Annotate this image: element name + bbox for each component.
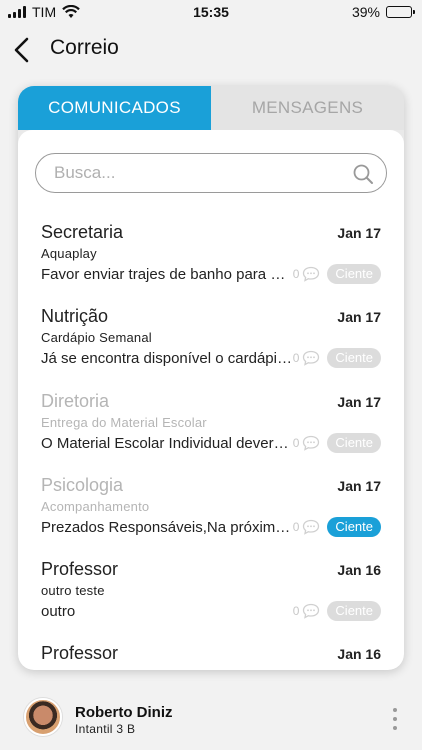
ciente-button[interactable]: Ciente xyxy=(327,348,381,369)
comment-bubble-icon[interactable] xyxy=(302,350,320,367)
comment-count: 0 xyxy=(292,519,300,534)
message-preview: outro xyxy=(41,603,76,621)
message-date: Jan 17 xyxy=(337,309,381,326)
message-subject: outro teste xyxy=(41,583,105,599)
message-sender: Psicologia xyxy=(41,474,124,495)
ciente-button[interactable]: Ciente xyxy=(327,516,381,537)
comment-count: 0 xyxy=(292,435,300,450)
user-footer: Roberto Diniz Intantil 3 B xyxy=(0,690,422,750)
message-meta: 0 Ciente xyxy=(292,601,381,622)
top-bar: Correio xyxy=(0,28,422,72)
user-class: Intantil 3 B xyxy=(75,722,136,736)
message-sender: Diretoria xyxy=(41,390,110,411)
message-item[interactable]: Nutrição Jan 17 Cardápio Semanal Já se e… xyxy=(18,306,404,390)
comment-bubble-icon[interactable] xyxy=(302,603,320,619)
message-item[interactable]: Secretaria Jan 17 Aquaplay Favor enviar … xyxy=(18,222,404,306)
message-panel: Secretaria Jan 17 Aquaplay Favor enviar … xyxy=(18,130,404,670)
message-meta: 0 Ciente xyxy=(293,264,381,284)
search-icon[interactable] xyxy=(352,163,374,185)
message-item[interactable]: Psicologia Jan 17 Acompanhamento Prezado… xyxy=(18,475,404,559)
message-date: Jan 16 xyxy=(337,646,381,663)
tab-comunicados[interactable]: COMUNICADOS xyxy=(18,86,211,130)
back-arrow-icon[interactable] xyxy=(10,36,34,64)
battery-percent: 39% xyxy=(351,4,380,20)
user-name: Roberto Diniz xyxy=(75,704,173,721)
ciente-button[interactable]: Ciente xyxy=(327,601,381,622)
message-preview: Prezados Responsáveis,Na próxima semana xyxy=(41,518,293,536)
message-sender: Professor xyxy=(41,643,119,664)
page-title: Correio xyxy=(50,36,119,59)
message-date: Jan 17 xyxy=(337,477,381,494)
message-sender: Nutrição xyxy=(41,306,109,327)
search-input[interactable] xyxy=(36,163,336,183)
message-subject: Aquaplay xyxy=(41,246,97,261)
mail-card: COMUNICADOS MENSAGENS Secretaria Jan 17 … xyxy=(18,86,404,670)
message-meta: 0 Ciente xyxy=(292,516,381,537)
message-subject: Acompanhamento xyxy=(41,498,150,514)
message-list: Secretaria Jan 17 Aquaplay Favor enviar … xyxy=(18,222,404,670)
status-bar: TIM 15:35 39% xyxy=(0,0,422,24)
avatar[interactable] xyxy=(24,698,62,736)
message-meta: 0 Ciente xyxy=(292,348,381,369)
message-preview: O Material Escolar Individual deverá ser… xyxy=(41,434,293,452)
message-meta: 0 Ciente xyxy=(292,432,381,453)
message-sender: Professor xyxy=(41,559,119,580)
search-box xyxy=(35,153,387,193)
status-right: 39% xyxy=(351,4,415,20)
message-date: Jan 17 xyxy=(337,393,381,410)
ciente-button[interactable]: Ciente xyxy=(327,264,381,284)
more-options-icon[interactable] xyxy=(392,708,398,730)
comment-count: 0 xyxy=(292,351,300,366)
message-item[interactable]: Professor Jan 16 outro teste outro 0 Cie… xyxy=(18,559,404,643)
message-sender: Secretaria xyxy=(41,222,124,242)
comment-bubble-icon[interactable] xyxy=(302,519,320,535)
message-item[interactable]: Diretoria Jan 17 Entrega do Material Esc… xyxy=(18,391,404,475)
comment-count: 0 xyxy=(292,604,300,619)
message-date: Jan 16 xyxy=(337,562,381,579)
message-preview: Favor enviar trajes de banho para as aul… xyxy=(41,266,293,283)
message-subject: Cardápio Semanal xyxy=(41,330,152,346)
comment-bubble-icon[interactable] xyxy=(302,435,320,451)
tab-mensagens[interactable]: MENSAGENS xyxy=(211,86,404,130)
ciente-button[interactable]: Ciente xyxy=(327,432,381,453)
comment-bubble-icon[interactable] xyxy=(302,266,320,282)
comment-count: 0 xyxy=(292,267,300,281)
battery-icon xyxy=(386,6,415,18)
message-preview: Já se encontra disponível o cardápio sem… xyxy=(41,350,293,368)
tab-bar: COMUNICADOS MENSAGENS xyxy=(18,86,404,130)
message-date: Jan 17 xyxy=(337,225,381,241)
message-subject: Entrega do Material Escolar xyxy=(41,414,207,430)
message-item[interactable]: Professor Jan 16 xyxy=(18,643,404,670)
